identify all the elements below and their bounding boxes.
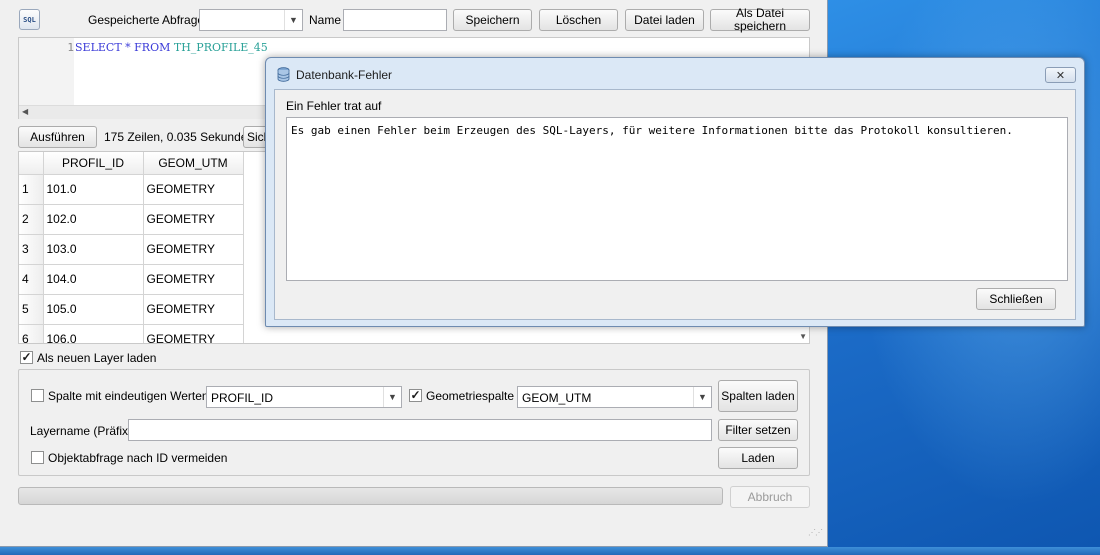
scroll-left-icon[interactable]: ◀: [22, 107, 28, 116]
cell-profil-id[interactable]: 101.0: [43, 174, 144, 205]
cell-geom[interactable]: GEOMETRY: [143, 294, 244, 325]
cell-geom[interactable]: GEOMETRY: [143, 324, 244, 343]
layername-label: Layername (Präfix): [30, 424, 133, 438]
geometry-column-checkbox[interactable]: ✓: [409, 389, 422, 402]
close-button[interactable]: Schließen: [976, 288, 1056, 310]
dialog-body: Ein Fehler trat auf Es gab einen Fehler …: [274, 89, 1076, 320]
chevron-down-icon: ▼: [383, 387, 401, 407]
row-number[interactable]: 3: [19, 234, 44, 265]
table-row[interactable]: 3 103.0 GEOMETRY: [19, 234, 244, 265]
error-message-text[interactable]: Es gab einen Fehler beim Erzeugen des SQ…: [286, 117, 1068, 281]
table-row[interactable]: 1 101.0 GEOMETRY: [19, 174, 244, 205]
load-columns-button[interactable]: Spalten laden: [718, 380, 798, 412]
geometry-column-select[interactable]: GEOM_UTM ▼: [517, 386, 712, 408]
error-dialog: Datenbank-Fehler ✕ Ein Fehler trat auf E…: [265, 57, 1085, 327]
chevron-down-icon: ▼: [284, 10, 302, 30]
row-number[interactable]: 2: [19, 204, 44, 235]
row-number[interactable]: 4: [19, 264, 44, 295]
close-icon: ✕: [1055, 69, 1066, 82]
saved-query-select[interactable]: ▼: [199, 9, 303, 31]
star-operator: *: [125, 41, 131, 54]
column-header-geom-utm[interactable]: GEOM_UTM: [143, 152, 244, 175]
table-row[interactable]: 4 104.0 GEOMETRY: [19, 264, 244, 295]
cell-profil-id[interactable]: 102.0: [43, 204, 144, 235]
cell-geom[interactable]: GEOMETRY: [143, 264, 244, 295]
dialog-close-button[interactable]: ✕: [1045, 67, 1076, 83]
line-number-gutter: 1: [19, 38, 74, 105]
layername-input[interactable]: [128, 419, 712, 441]
table-row[interactable]: 5 105.0 GEOMETRY: [19, 294, 244, 325]
row-number[interactable]: 6: [19, 324, 44, 343]
unique-column-label: Spalte mit eindeutigen Werten: [48, 389, 209, 403]
name-label: Name: [309, 13, 342, 27]
unique-column-checkbox[interactable]: [31, 389, 44, 402]
keyword-select: SELECT: [75, 41, 122, 54]
keyword-from: FROM: [134, 41, 171, 54]
delete-button[interactable]: Löschen: [539, 9, 618, 31]
row-number[interactable]: 1: [19, 174, 44, 205]
name-input[interactable]: [343, 9, 447, 31]
dialog-title: Datenbank-Fehler: [296, 68, 393, 82]
avoid-select-checkbox[interactable]: [31, 451, 44, 464]
sql-icon[interactable]: SQL: [19, 9, 40, 30]
chevron-down-icon: ▼: [693, 387, 711, 407]
unique-column-value: PROFIL_ID: [211, 391, 274, 405]
dialog-heading: Ein Fehler trat auf: [286, 99, 382, 113]
table-row[interactable]: 6 106.0 GEOMETRY: [19, 324, 244, 343]
geometry-column-label: Geometriespalte: [426, 389, 515, 403]
database-icon: [277, 67, 290, 82]
save-button[interactable]: Speichern: [453, 9, 532, 31]
cell-profil-id[interactable]: 103.0: [43, 234, 144, 265]
table-name: TH_PROFILE_45: [173, 41, 268, 54]
execute-button[interactable]: Ausführen: [18, 126, 97, 148]
set-filter-button[interactable]: Filter setzen: [718, 419, 798, 441]
cell-geom[interactable]: GEOMETRY: [143, 234, 244, 265]
table-row[interactable]: 2 102.0 GEOMETRY: [19, 204, 244, 235]
cell-profil-id[interactable]: 106.0: [43, 324, 144, 343]
table-header-row: PROFIL_ID GEOM_UTM: [19, 152, 244, 175]
dialog-titlebar[interactable]: Datenbank-Fehler ✕: [266, 58, 1084, 90]
progress-bar: [18, 487, 723, 505]
line-number: 1: [67, 41, 74, 54]
query-status: 175 Zeilen, 0.035 Sekunden: [104, 130, 255, 144]
cell-geom[interactable]: GEOMETRY: [143, 204, 244, 235]
saved-query-label: Gespeicherte Abfrage: [88, 13, 205, 27]
resize-grip-icon[interactable]: ⋰⋰: [808, 528, 823, 537]
load-button[interactable]: Laden: [718, 447, 798, 469]
cell-geom[interactable]: GEOMETRY: [143, 174, 244, 205]
load-as-layer-label: Als neuen Layer laden: [37, 351, 157, 365]
save-file-button[interactable]: Als Datei speichern: [710, 7, 810, 33]
sql-code[interactable]: SELECT * FROM TH_PROFILE_45: [75, 41, 268, 54]
load-as-layer-checkbox[interactable]: ✓: [20, 351, 33, 364]
load-file-button[interactable]: Datei laden: [625, 9, 704, 31]
row-number[interactable]: 5: [19, 294, 44, 325]
geometry-column-value: GEOM_UTM: [522, 391, 592, 405]
corner-header[interactable]: [19, 152, 44, 175]
abort-button[interactable]: Abbruch: [730, 486, 810, 508]
avoid-select-label: Objektabfrage nach ID vermeiden: [48, 451, 228, 465]
unique-column-select[interactable]: PROFIL_ID ▼: [206, 386, 402, 408]
cell-profil-id[interactable]: 104.0: [43, 264, 144, 295]
taskbar: [0, 547, 1100, 555]
cell-profil-id[interactable]: 105.0: [43, 294, 144, 325]
scroll-down-icon[interactable]: ▼: [799, 332, 807, 341]
column-header-profil-id[interactable]: PROFIL_ID: [43, 152, 144, 175]
